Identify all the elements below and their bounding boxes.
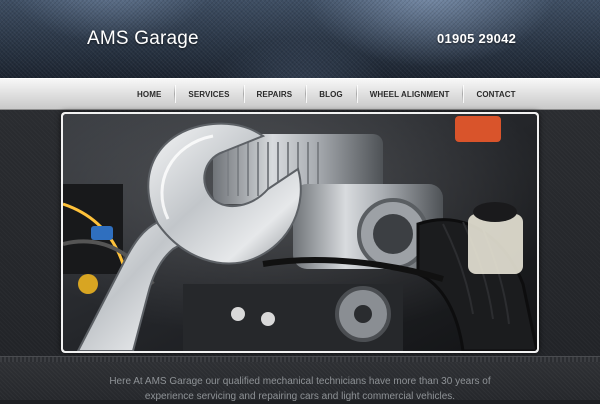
main-nav: HOME SERVICES REPAIRS BLOG WHEEL ALIGNME… [0,78,600,110]
hero-banner [61,112,539,353]
nav-item-repairs[interactable]: REPAIRS [244,79,306,109]
nav-item-contact[interactable]: CONTACT [463,79,528,109]
nav-item-blog[interactable]: BLOG [306,79,356,109]
site-header: AMS Garage 01905 29042 [0,0,600,78]
site-logo-text[interactable]: AMS Garage [87,28,199,50]
phone-number[interactable]: 01905 29042 [437,31,516,46]
nav-list: HOME SERVICES REPAIRS BLOG WHEEL ALIGNME… [124,79,529,109]
nav-item-home[interactable]: HOME [124,79,174,109]
reservoir-cap-shape [473,202,517,222]
orange-cap-shape [455,116,501,142]
coolant-reservoir-shape [468,214,523,274]
hero-image-wrench-engine [63,114,537,351]
nav-item-wheel-alignment[interactable]: WHEEL ALIGNMENT [357,79,463,109]
nav-item-services[interactable]: SERVICES [175,79,242,109]
